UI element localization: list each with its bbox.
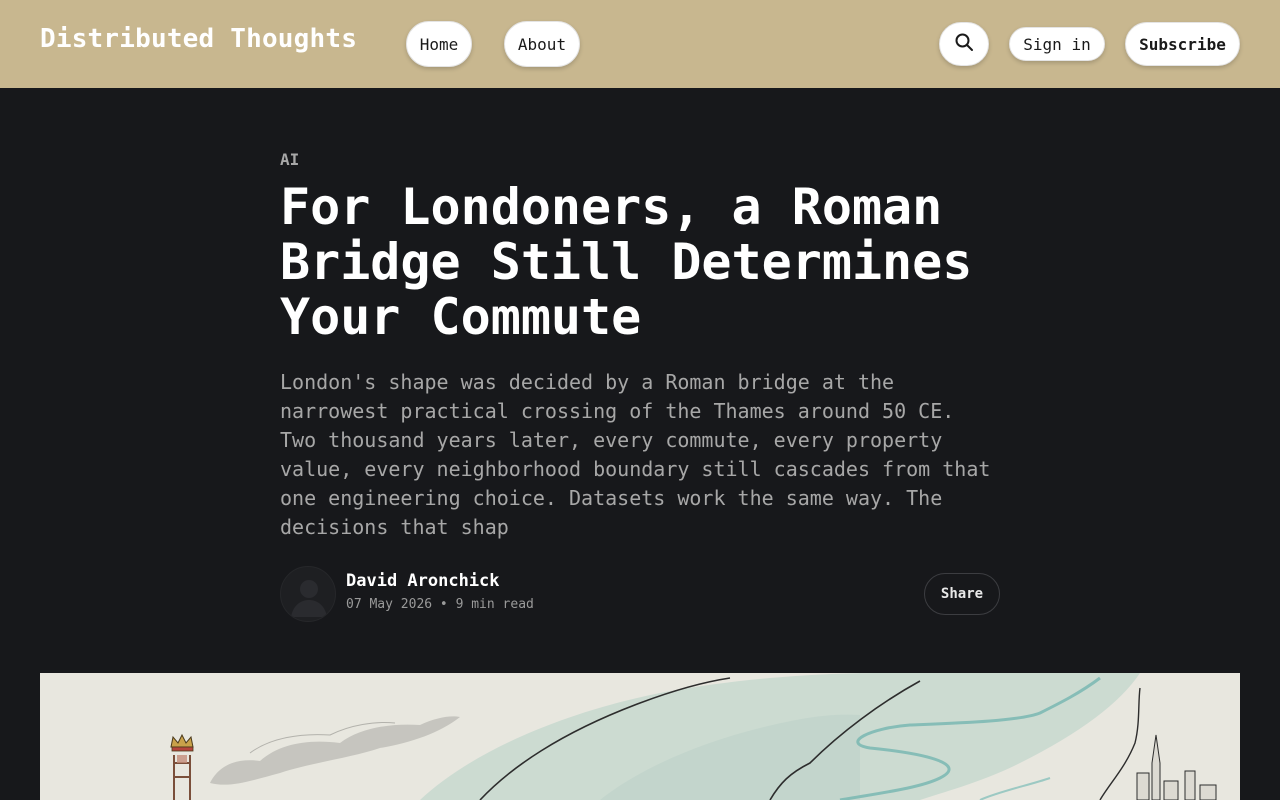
- share-button[interactable]: Share: [924, 573, 1000, 615]
- nav-home-link[interactable]: Home: [406, 21, 472, 67]
- search-button[interactable]: [939, 22, 989, 66]
- publish-date: 07 May 2026: [346, 597, 433, 612]
- author-name-link[interactable]: David Aronchick: [346, 571, 500, 591]
- site-header: Distributed Thoughts Home About Sign in …: [0, 0, 1280, 88]
- article-tag-link[interactable]: AI: [280, 150, 299, 169]
- subscribe-button[interactable]: Subscribe: [1125, 22, 1240, 66]
- byline-meta: 07 May 2026 • 9 min read: [346, 597, 534, 612]
- article-title: For Londoners, a Roman Bridge Still Dete…: [280, 178, 973, 346]
- site-title[interactable]: Distributed Thoughts: [40, 24, 357, 54]
- byline-separator: •: [439, 597, 448, 612]
- author-avatar[interactable]: [280, 566, 336, 622]
- article-excerpt: London's shape was decided by a Roman br…: [280, 370, 991, 539]
- nav-about-link[interactable]: About: [504, 21, 580, 67]
- sign-in-button[interactable]: Sign in: [1009, 27, 1105, 61]
- user-avatar-icon: [291, 580, 327, 617]
- search-icon: [954, 32, 974, 56]
- read-time: 9 min read: [455, 597, 534, 612]
- thames-illustration: [40, 673, 1240, 800]
- feature-image: [40, 673, 1240, 800]
